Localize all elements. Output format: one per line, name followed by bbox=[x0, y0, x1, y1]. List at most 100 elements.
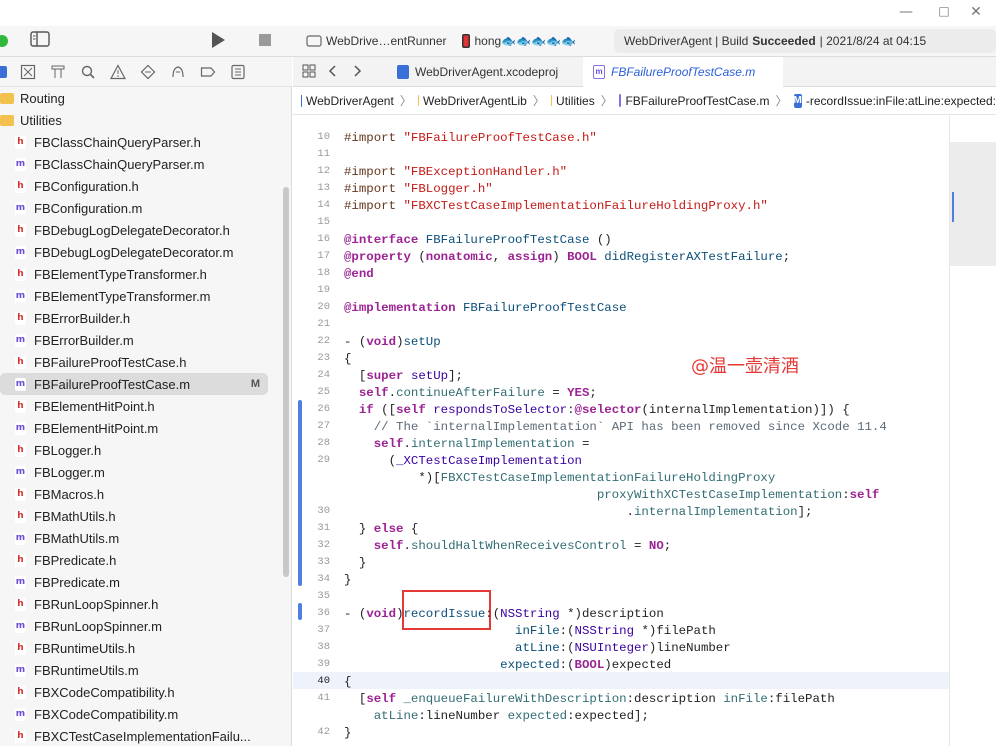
code-line[interactable]: - (void)recordIssue:(NSString *)descript… bbox=[344, 606, 664, 623]
jumpbar-group-utilities[interactable]: Utilities bbox=[556, 94, 595, 108]
jumpbar-project[interactable]: WebDriverAgent bbox=[306, 94, 394, 108]
sidebar-item-label: FBLogger.m bbox=[34, 464, 105, 480]
tab-failure-proof-test-case[interactable]: m FBFailureProofTestCase.m bbox=[583, 57, 783, 87]
sidebar-file[interactable]: h FBMacros.h bbox=[0, 483, 268, 505]
find-navigator-icon[interactable] bbox=[80, 64, 96, 80]
sidebar-file[interactable]: h FBLogger.h bbox=[0, 439, 268, 461]
code-line[interactable]: // The `internalImplementation` API has … bbox=[344, 419, 887, 436]
sidebar-item-label: FBFailureProofTestCase.h bbox=[34, 354, 187, 370]
issue-navigator-icon[interactable] bbox=[109, 64, 127, 80]
sidebar-file[interactable]: m FBRunLoopSpinner.m bbox=[0, 615, 268, 637]
code-line[interactable]: self.internalImplementation = bbox=[344, 436, 590, 453]
run-button-icon[interactable] bbox=[210, 31, 226, 54]
minimize-button[interactable]: — bbox=[896, 4, 916, 20]
code-line[interactable]: #import "FBXCTestCaseImplementationFailu… bbox=[344, 198, 768, 215]
code-line[interactable]: if ([self respondsToSelector:@selector(i… bbox=[344, 402, 850, 419]
sidebar-file[interactable]: m FBFailureProofTestCase.m M bbox=[0, 373, 268, 395]
stop-button-icon[interactable] bbox=[258, 33, 272, 52]
report-navigator-icon[interactable] bbox=[230, 64, 246, 80]
code-line[interactable]: expected:(BOOL)expected bbox=[344, 657, 671, 674]
code-line[interactable]: @end bbox=[344, 266, 374, 283]
symbol-navigator-icon[interactable] bbox=[50, 64, 66, 80]
code-line[interactable]: inFile:(NSString *)filePath bbox=[344, 623, 716, 640]
objc-m-file-icon: m bbox=[15, 377, 26, 391]
minimap[interactable] bbox=[949, 116, 996, 746]
sidebar-file[interactable]: m FBErrorBuilder.m bbox=[0, 329, 268, 351]
sidebar-file[interactable]: h FBErrorBuilder.h bbox=[0, 307, 268, 329]
code-line[interactable]: } else { bbox=[344, 521, 419, 538]
code-line[interactable]: } bbox=[344, 572, 351, 589]
sidebar-file[interactable]: m FBDebugLogDelegateDecorator.m bbox=[0, 241, 268, 263]
jumpbar-group-lib[interactable]: WebDriverAgentLib bbox=[423, 94, 527, 108]
code-line[interactable]: { bbox=[344, 351, 351, 368]
chevron-right-icon[interactable] bbox=[349, 64, 365, 80]
sidebar-file[interactable]: m FBElementHitPoint.m bbox=[0, 417, 268, 439]
chevron-left-icon[interactable] bbox=[325, 64, 341, 80]
scheme-selector[interactable]: WebDrive…entRunner hong🐟🐟🐟🐟🐟 bbox=[306, 31, 576, 51]
code-line[interactable]: #import "FBExceptionHandler.h" bbox=[344, 164, 567, 181]
debug-navigator-icon[interactable] bbox=[170, 64, 186, 80]
sidebar-file[interactable]: m FBClassChainQueryParser.m bbox=[0, 153, 268, 175]
code-line[interactable]: [self _enqueueFailureWithDescription:des… bbox=[344, 691, 835, 725]
jumpbar-file[interactable]: FBFailureProofTestCase.m bbox=[625, 94, 769, 108]
code-line[interactable]: @implementation FBFailureProofTestCase bbox=[344, 300, 627, 317]
code-line[interactable]: (_XCTestCaseImplementation *)[FBXCTestCa… bbox=[344, 453, 776, 487]
breadcrumb-separator: 〉 bbox=[399, 94, 412, 108]
sidebar-file[interactable]: h FBElementHitPoint.h bbox=[0, 395, 268, 417]
source-change-bar[interactable] bbox=[298, 400, 302, 586]
sidebar-file[interactable]: m FBRuntimeUtils.m bbox=[0, 659, 268, 681]
sidebar-file[interactable]: h FBFailureProofTestCase.h bbox=[0, 351, 268, 373]
code-line[interactable]: self.shouldHaltWhenReceivesControl = NO; bbox=[344, 538, 671, 555]
sidebar-file[interactable]: h FBXCodeCompatibility.h bbox=[0, 681, 268, 703]
code-line[interactable]: self.continueAfterFailure = YES; bbox=[344, 385, 597, 402]
code-line[interactable]: proxyWithXCTestCaseImplementation:self .… bbox=[344, 487, 880, 521]
sidebar-file[interactable]: h FBRuntimeUtils.h bbox=[0, 637, 268, 659]
sidebar-file[interactable]: h FBClassChainQueryParser.h bbox=[0, 131, 268, 153]
sidebar-file[interactable]: h FBDebugLogDelegateDecorator.h bbox=[0, 219, 268, 241]
close-button[interactable]: ✕ bbox=[966, 4, 986, 20]
sidebar-file[interactable]: h FBMathUtils.h bbox=[0, 505, 268, 527]
minimap-visible-region[interactable] bbox=[950, 142, 996, 266]
code-line[interactable]: [super setUp]; bbox=[344, 368, 463, 385]
run-status-dot-icon bbox=[0, 34, 8, 52]
sidebar-folder[interactable]: Routing bbox=[0, 87, 268, 109]
project-navigator-icon[interactable] bbox=[0, 65, 10, 81]
sidebar-file[interactable]: h FBXCTestCaseImplementationFailu... bbox=[0, 725, 268, 746]
source-editor[interactable]: @温一壶清酒 10 #import "FBFailureProofTestCase… bbox=[293, 116, 949, 746]
code-line[interactable]: - (void)setUp bbox=[344, 334, 441, 351]
sidebar-file[interactable]: m FBMathUtils.m bbox=[0, 527, 268, 549]
status-result: Succeeded bbox=[752, 34, 816, 48]
code-line[interactable]: @property (nonatomic, assign) BOOL didRe… bbox=[344, 249, 790, 266]
test-navigator-icon[interactable] bbox=[140, 64, 156, 80]
sidebar-scrollbar[interactable] bbox=[283, 187, 289, 577]
line-number: 32 bbox=[317, 539, 330, 551]
code-line[interactable]: #import "FBFailureProofTestCase.h" bbox=[344, 130, 597, 147]
code-line[interactable]: } bbox=[344, 555, 366, 572]
breakpoint-navigator-icon[interactable] bbox=[200, 64, 216, 80]
sidebar-file[interactable]: m FBXCodeCompatibility.m bbox=[0, 703, 268, 725]
sidebar-item-label: FBDebugLogDelegateDecorator.m bbox=[34, 244, 234, 260]
source-change-bar[interactable] bbox=[298, 603, 302, 620]
sidebar-file[interactable]: m FBLogger.m bbox=[0, 461, 268, 483]
sidebar-file[interactable]: m FBPredicate.m bbox=[0, 571, 268, 593]
sidebar-file[interactable]: h FBRunLoopSpinner.h bbox=[0, 593, 268, 615]
header-file-icon: h bbox=[15, 553, 26, 567]
sidebar-file[interactable]: m FBElementTypeTransformer.m bbox=[0, 285, 268, 307]
code-line[interactable]: #import "FBLogger.h" bbox=[344, 181, 493, 198]
grid-layout-icon[interactable] bbox=[301, 64, 317, 80]
sidebar-folder[interactable]: Utilities bbox=[0, 109, 268, 131]
code-line[interactable]: { bbox=[344, 674, 351, 691]
sidebar-file[interactable]: h FBConfiguration.h bbox=[0, 175, 268, 197]
code-line[interactable]: } bbox=[344, 725, 351, 742]
jumpbar-method[interactable]: -recordIssue:inFile:atLine:expected: bbox=[806, 94, 996, 108]
tab-xcodeproj[interactable]: WebDriverAgent.xcodeproj bbox=[387, 57, 575, 87]
sidebar-file[interactable]: h FBElementTypeTransformer.h bbox=[0, 263, 268, 285]
sidebar-file[interactable]: m FBConfiguration.m bbox=[0, 197, 268, 219]
code-line[interactable]: @interface FBFailureProofTestCase () bbox=[344, 232, 612, 249]
sidebar-toggle-icon[interactable] bbox=[30, 31, 50, 52]
maximize-button[interactable]: □ bbox=[934, 4, 954, 18]
folder-icon bbox=[417, 95, 420, 106]
source-control-navigator-icon[interactable] bbox=[20, 64, 36, 80]
sidebar-file[interactable]: h FBPredicate.h bbox=[0, 549, 268, 571]
code-line[interactable]: atLine:(NSUInteger)lineNumber bbox=[344, 640, 731, 657]
